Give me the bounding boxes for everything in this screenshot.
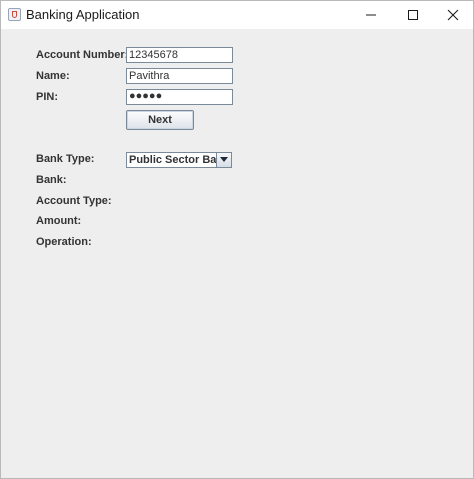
pin-masked-value: ●●●●●	[129, 90, 163, 102]
account-number-field[interactable]: 12345678	[126, 47, 233, 63]
close-button[interactable]	[433, 1, 473, 29]
account-number-label: Account Number:	[36, 49, 129, 61]
bank-type-label: Bank Type:	[36, 153, 95, 165]
amount-label: Amount:	[36, 215, 82, 227]
java-app-icon	[8, 8, 21, 21]
window-title: Banking Application	[26, 7, 140, 22]
bank-label: Bank:	[36, 174, 67, 186]
account-type-label: Account Type:	[36, 195, 112, 207]
chevron-down-icon	[220, 157, 228, 162]
pin-label: PIN:	[36, 91, 58, 103]
minimize-icon	[366, 14, 376, 16]
maximize-button[interactable]	[393, 1, 433, 29]
bank-type-selected: Public Sector Bank	[129, 154, 230, 166]
maximize-icon	[408, 10, 418, 20]
title-bar[interactable]: Banking Application	[1, 1, 473, 29]
app-window: Banking Application Account Number: 1234…	[0, 0, 474, 479]
close-icon	[447, 9, 459, 21]
pin-field[interactable]: ●●●●●	[126, 89, 233, 105]
dropdown-arrow-button[interactable]	[216, 153, 231, 167]
minimize-button[interactable]	[351, 1, 391, 29]
next-button[interactable]: Next	[126, 110, 194, 130]
name-label: Name:	[36, 70, 70, 82]
bank-type-dropdown[interactable]: Public Sector Bank	[126, 152, 232, 168]
operation-label: Operation:	[36, 236, 92, 248]
name-field[interactable]: Pavithra	[126, 68, 233, 84]
